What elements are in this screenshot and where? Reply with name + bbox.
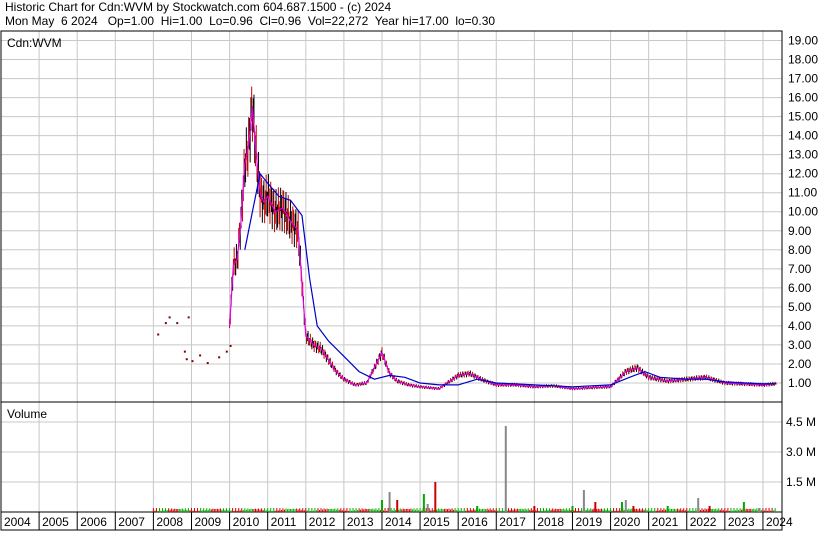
stock-chart: Cdn:WVM Volume 19.00 18.00 17.00 16.00 15.00… xyxy=(0,30,818,531)
volume-bar xyxy=(380,500,383,512)
x-tick-label: 2013 xyxy=(347,515,374,529)
price-tick-label: 2.00 xyxy=(788,357,812,371)
price-point xyxy=(168,316,171,319)
price-point xyxy=(187,316,190,319)
price-y-ticks: 19.00 18.00 17.00 16.00 15.00 14.00 13.00 12.00… xyxy=(788,34,818,390)
volume-bar xyxy=(697,498,700,512)
x-tick-label: 2021 xyxy=(652,515,679,529)
volume-panel-frame xyxy=(0,401,783,513)
price-panel-label: Cdn:WVM xyxy=(7,36,62,50)
price-tick-label: 15.00 xyxy=(788,110,818,124)
volume-grid xyxy=(1,402,782,512)
x-tick-label: 2011 xyxy=(271,515,297,529)
price-tick-label: 16.00 xyxy=(788,91,818,105)
x-tick-label: 2023 xyxy=(728,515,755,529)
price-tick-label: 1.00 xyxy=(788,376,812,390)
price-point xyxy=(191,360,194,363)
price-point xyxy=(225,350,228,353)
price-grid xyxy=(1,31,782,402)
volume-bar xyxy=(632,506,635,512)
x-tick-label: 2016 xyxy=(461,515,488,529)
volume-bar xyxy=(476,506,479,512)
volume-bar xyxy=(533,506,536,512)
price-tick-label: 17.00 xyxy=(788,72,818,86)
volume-bar xyxy=(624,500,627,512)
price-point xyxy=(218,356,221,359)
price-tick-label: 10.00 xyxy=(788,205,818,219)
price-point xyxy=(229,344,232,347)
volume-bar xyxy=(422,494,425,512)
x-axis-ticks: 2004 2005 2006 2007 2008 2009 2010 2011 2012 2013… xyxy=(4,512,793,530)
volume-bar xyxy=(708,506,711,512)
volume-bar xyxy=(396,500,399,512)
volume-bar xyxy=(571,506,574,512)
price-tick-label: 3.00 xyxy=(788,338,812,352)
x-tick-label: 2017 xyxy=(499,515,526,529)
volume-tick-label: 4.5 M xyxy=(786,415,816,429)
price-tick-label: 9.00 xyxy=(788,224,812,238)
volume-bar xyxy=(666,506,669,512)
volume-bar xyxy=(594,502,597,512)
price-tick-label: 14.00 xyxy=(788,129,818,143)
volume-bar xyxy=(388,492,391,512)
x-tick-label: 2005 xyxy=(42,515,69,529)
volume-bar xyxy=(742,502,745,512)
price-point xyxy=(185,358,188,361)
price-tick-label: 12.00 xyxy=(788,167,818,181)
volume-tick-label: 1.5 M xyxy=(786,475,816,489)
x-tick-label: 2020 xyxy=(614,515,641,529)
price-point xyxy=(199,354,202,357)
volume-bar xyxy=(434,482,437,512)
x-tick-label: 2010 xyxy=(233,515,260,529)
price-point xyxy=(164,322,167,325)
price-tick-label: 13.00 xyxy=(788,148,818,162)
volume-bar xyxy=(620,502,623,512)
volume-bar xyxy=(582,490,585,512)
x-tick-label: 2019 xyxy=(575,515,602,529)
price-point xyxy=(206,362,209,365)
volume-bars xyxy=(152,426,776,512)
x-tick-label: 2014 xyxy=(385,515,412,529)
x-tick-label: 2008 xyxy=(156,515,183,529)
volume-bar xyxy=(426,504,429,512)
x-tick-label: 2022 xyxy=(690,515,717,529)
price-point xyxy=(176,322,179,325)
volume-y-ticks: 4.5 M 3.0 M 1.5 M xyxy=(786,415,816,489)
price-tick-label: 18.00 xyxy=(788,53,818,67)
price-point xyxy=(157,333,160,336)
price-tick-label: 8.00 xyxy=(788,243,812,257)
price-panel-frame xyxy=(0,30,783,403)
price-tick-label: 4.00 xyxy=(788,319,812,333)
x-tick-label: 2009 xyxy=(194,515,221,529)
price-tick-label: 5.00 xyxy=(788,300,812,314)
x-tick-label: 2012 xyxy=(309,515,336,529)
price-tick-label: 7.00 xyxy=(788,262,812,276)
x-tick-label: 2015 xyxy=(423,515,450,529)
x-tick-label: 2007 xyxy=(118,515,145,529)
x-tick-label: 2024 xyxy=(766,515,793,529)
volume-tick-label: 3.0 M xyxy=(786,445,816,459)
price-tick-label: 6.00 xyxy=(788,281,812,295)
price-point xyxy=(183,350,186,353)
price-tick-label: 19.00 xyxy=(788,34,818,48)
volume-bar xyxy=(504,426,507,512)
x-tick-label: 2018 xyxy=(537,515,564,529)
volume-bar xyxy=(758,508,761,512)
volume-panel-label: Volume xyxy=(7,407,47,421)
x-tick-label: 2004 xyxy=(4,515,31,529)
price-tick-label: 11.00 xyxy=(788,186,817,200)
x-tick-label: 2006 xyxy=(80,515,107,529)
